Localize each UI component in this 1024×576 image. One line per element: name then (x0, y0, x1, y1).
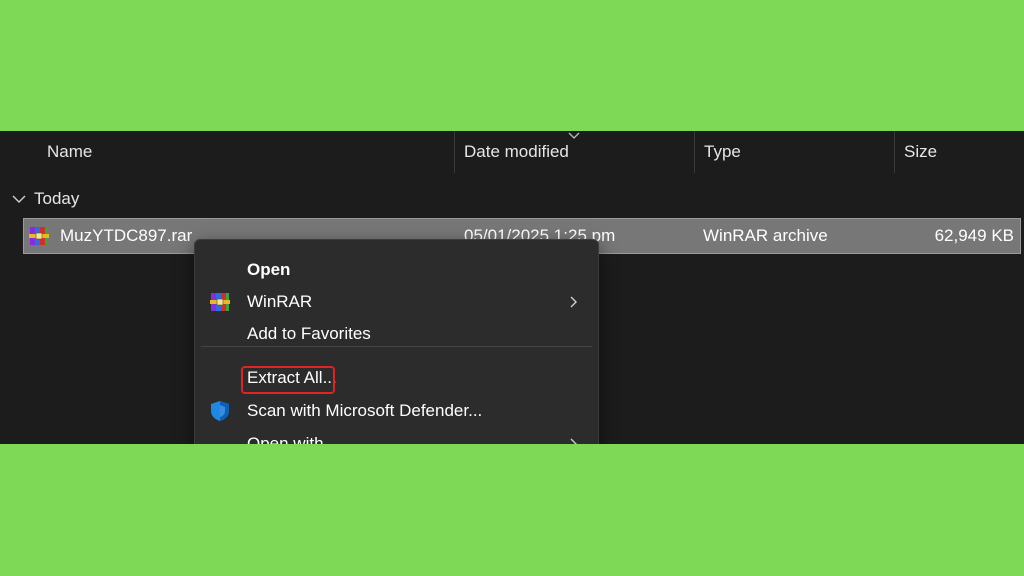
menu-item-scan-defender-label: Scan with Microsoft Defender... (247, 401, 483, 420)
column-header-date-modified[interactable]: Date modified (454, 131, 694, 173)
menu-item-scan-defender[interactable]: Scan with Microsoft Defender... (199, 395, 594, 427)
context-menu: Open WinRAR Add to Favorites Extract All… (194, 239, 599, 444)
menu-item-add-to-favorites-label: Add to Favorites (247, 324, 371, 343)
file-type: WinRAR archive (703, 226, 828, 245)
group-label: Today (34, 189, 80, 208)
menu-item-extract-all[interactable]: Extract All... (199, 362, 594, 394)
column-header-name[interactable]: Name (37, 131, 454, 173)
column-header-name-label: Name (47, 142, 93, 161)
column-header-type-label: Type (704, 142, 741, 161)
menu-item-extract-all-label: Extract All... (241, 366, 337, 394)
file-size: 62,949 KB (934, 226, 1014, 245)
menu-item-open-with[interactable]: Open with (199, 428, 594, 444)
column-header-size[interactable]: Size (894, 131, 1024, 173)
chevron-down-icon (12, 195, 26, 203)
column-header-size-label: Size (904, 142, 938, 161)
chevron-right-icon (570, 438, 577, 444)
menu-item-open[interactable]: Open (199, 254, 594, 286)
menu-item-winrar[interactable]: WinRAR (199, 286, 594, 318)
column-header-date-label: Date modified (464, 142, 569, 161)
chevron-right-icon (570, 296, 577, 308)
file-name: MuzYTDC897.rar (60, 226, 193, 245)
column-header-type[interactable]: Type (694, 131, 894, 173)
file-explorer-pane: Name Date modified Type Size Today MuzYT… (0, 131, 1024, 444)
menu-item-open-with-label: Open with (247, 434, 324, 444)
winrar-icon (210, 293, 230, 311)
menu-separator (201, 346, 592, 347)
highlight-box (241, 366, 335, 394)
defender-shield-icon (211, 401, 229, 421)
winrar-archive-icon (29, 227, 49, 245)
file-name-cell: MuzYTDC897.rar (28, 219, 192, 253)
menu-item-open-label: Open (247, 260, 291, 279)
menu-item-winrar-label: WinRAR (247, 292, 313, 311)
group-header-today[interactable]: Today (12, 187, 79, 211)
